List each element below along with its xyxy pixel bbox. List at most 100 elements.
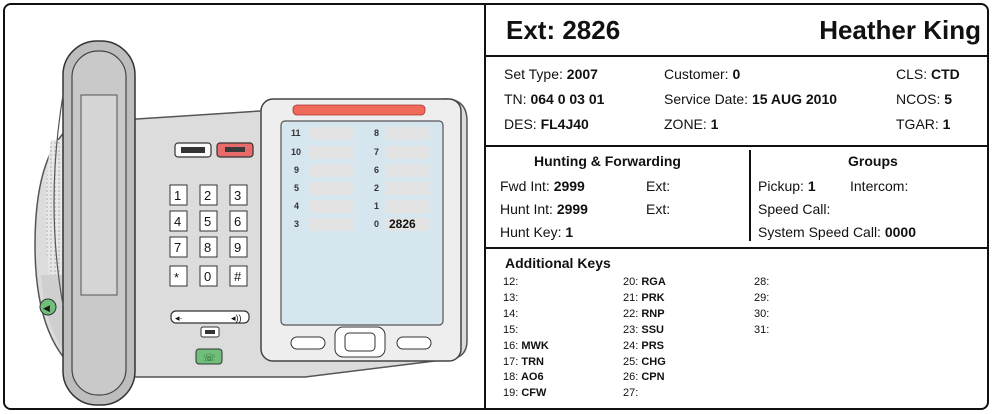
station-card: 1 2 3 4 5 6 7 8 9 * 0 # ◂· ◂)) ☏ ◀ 11 10… bbox=[3, 3, 989, 410]
customer: Customer: 0 bbox=[664, 66, 741, 82]
svg-text:11: 11 bbox=[291, 128, 301, 138]
phone-illustration: 1 2 3 4 5 6 7 8 9 * 0 # ◂· ◂)) ☏ ◀ 11 10… bbox=[34, 40, 468, 406]
svg-text:7: 7 bbox=[374, 147, 379, 157]
additional-key: 22: RNP bbox=[623, 308, 665, 320]
key-number: 12: bbox=[503, 276, 519, 288]
ncos: NCOS: 5 bbox=[896, 91, 953, 107]
additional-key: 31: bbox=[754, 324, 769, 336]
svg-text:5: 5 bbox=[294, 183, 299, 193]
key-number: 15: bbox=[503, 323, 519, 336]
svg-text:#: # bbox=[234, 269, 242, 284]
key-feature: RNP bbox=[638, 307, 665, 320]
svg-text:0: 0 bbox=[204, 269, 211, 284]
key-number: 31: bbox=[754, 323, 770, 336]
hunting-title: Hunting & Forwarding bbox=[534, 153, 681, 169]
additional-key: 19: CFW bbox=[503, 387, 546, 399]
svg-text:7: 7 bbox=[174, 240, 181, 255]
zone: ZONE: 1 bbox=[664, 116, 719, 132]
additional-key: 17: TRN bbox=[503, 356, 544, 368]
svg-text:6: 6 bbox=[374, 165, 379, 175]
cls: CLS: CTD bbox=[896, 66, 960, 82]
key-feature: RGA bbox=[638, 276, 666, 288]
key-number: 14: bbox=[503, 307, 519, 320]
key-number: 16: bbox=[503, 339, 519, 352]
svg-text:10: 10 bbox=[291, 147, 301, 157]
additional-key: 30: bbox=[754, 308, 769, 320]
key-feature: AO6 bbox=[518, 371, 544, 384]
softkey-right bbox=[396, 336, 432, 350]
system-speed-call: System Speed Call: 0000 bbox=[758, 224, 916, 240]
key-number: 29: bbox=[754, 291, 770, 304]
svg-text:6: 6 bbox=[234, 214, 241, 229]
svg-text:9: 9 bbox=[294, 165, 299, 175]
additional-key: 25: CHG bbox=[623, 356, 666, 368]
softkey-left bbox=[290, 336, 326, 350]
additional-key: 20: RGA bbox=[623, 276, 666, 288]
additional-key: 27: bbox=[623, 387, 638, 399]
additional-key: 24: PRS bbox=[623, 340, 664, 352]
service-date: Service Date: 15 AUG 2010 bbox=[664, 91, 838, 107]
key-number: 24: bbox=[623, 339, 639, 352]
key-number: 17: bbox=[503, 355, 519, 368]
svg-text:◂)): ◂)) bbox=[231, 313, 242, 323]
key-number: 22: bbox=[623, 307, 639, 320]
key-number: 25: bbox=[623, 355, 639, 368]
additional-key: 26: CPN bbox=[623, 371, 665, 383]
additional-key: 29: bbox=[754, 292, 769, 304]
additional-key: 13: bbox=[503, 292, 518, 304]
svg-text:8: 8 bbox=[204, 240, 211, 255]
additional-key: 28: bbox=[754, 276, 769, 288]
extension-title: Ext: 2826 bbox=[506, 15, 621, 45]
key-feature: PRS bbox=[638, 339, 664, 352]
station-header: Ext: 2826 Heather King bbox=[486, 5, 987, 57]
additional-key: 16: MWK bbox=[503, 340, 549, 352]
svg-text:0: 0 bbox=[374, 219, 379, 229]
des: DES: FL4J40 bbox=[504, 116, 589, 132]
key-feature: CFW bbox=[518, 387, 547, 400]
svg-text:1: 1 bbox=[374, 201, 379, 211]
svg-text:4: 4 bbox=[174, 214, 181, 229]
svg-text:2: 2 bbox=[374, 183, 379, 193]
section-divider bbox=[749, 150, 751, 241]
display-dn: 2826 bbox=[389, 217, 416, 231]
key-number: 23: bbox=[623, 323, 639, 336]
key-number: 27: bbox=[623, 387, 639, 400]
additional-keys-section: Additional Keys 12: 13: 14: 15: 16: MWK 17: T… bbox=[486, 249, 987, 408]
key-feature: MWK bbox=[518, 339, 549, 352]
user-name: Heather King bbox=[819, 15, 981, 45]
svg-text:3: 3 bbox=[294, 219, 299, 229]
svg-text:◀: ◀ bbox=[43, 303, 50, 313]
svg-text:4: 4 bbox=[294, 201, 299, 211]
svg-text:*: * bbox=[174, 270, 179, 285]
key-number: 20: bbox=[623, 276, 639, 288]
svg-text:☏: ☏ bbox=[203, 353, 216, 364]
svg-text:2: 2 bbox=[204, 188, 211, 203]
hunt-int: Hunt Int: 2999 bbox=[500, 201, 588, 217]
additional-key: 21: PRK bbox=[623, 292, 665, 304]
key-feature: CHG bbox=[638, 355, 666, 368]
key-number: 13: bbox=[503, 291, 519, 304]
svg-text:8: 8 bbox=[374, 128, 379, 138]
additional-keys-title: Additional Keys bbox=[505, 255, 611, 271]
svg-text:◂·: ◂· bbox=[175, 313, 183, 323]
key-number: 30: bbox=[754, 307, 770, 320]
additional-key: 15: bbox=[503, 324, 518, 336]
additional-key: 12: bbox=[503, 276, 518, 288]
svg-text:3: 3 bbox=[234, 188, 241, 203]
svg-text:5: 5 bbox=[204, 214, 211, 229]
hunt-ext: Ext: bbox=[646, 201, 671, 217]
phone-illustration-panel: 1 2 3 4 5 6 7 8 9 * 0 # ◂· ◂)) ☏ ◀ 11 10… bbox=[5, 5, 486, 408]
fwd-int: Fwd Int: 2999 bbox=[500, 178, 585, 194]
intercom: Intercom: bbox=[850, 178, 909, 194]
additional-key: 18: AO6 bbox=[503, 371, 544, 383]
set-type: Set Type: 2007 bbox=[504, 66, 598, 82]
tn: TN: 064 0 03 01 bbox=[504, 91, 605, 107]
key-number: 19: bbox=[503, 387, 519, 400]
hunting-groups-section: Hunting & Forwarding Groups Fwd Int: 299… bbox=[486, 147, 987, 249]
additional-key: 23: SSU bbox=[623, 324, 664, 336]
tgar: TGAR: 1 bbox=[896, 116, 951, 132]
svg-text:9: 9 bbox=[234, 240, 241, 255]
key-feature: PRK bbox=[638, 291, 665, 304]
key-number: 28: bbox=[754, 276, 770, 288]
hunt-key: Hunt Key: 1 bbox=[500, 224, 574, 240]
